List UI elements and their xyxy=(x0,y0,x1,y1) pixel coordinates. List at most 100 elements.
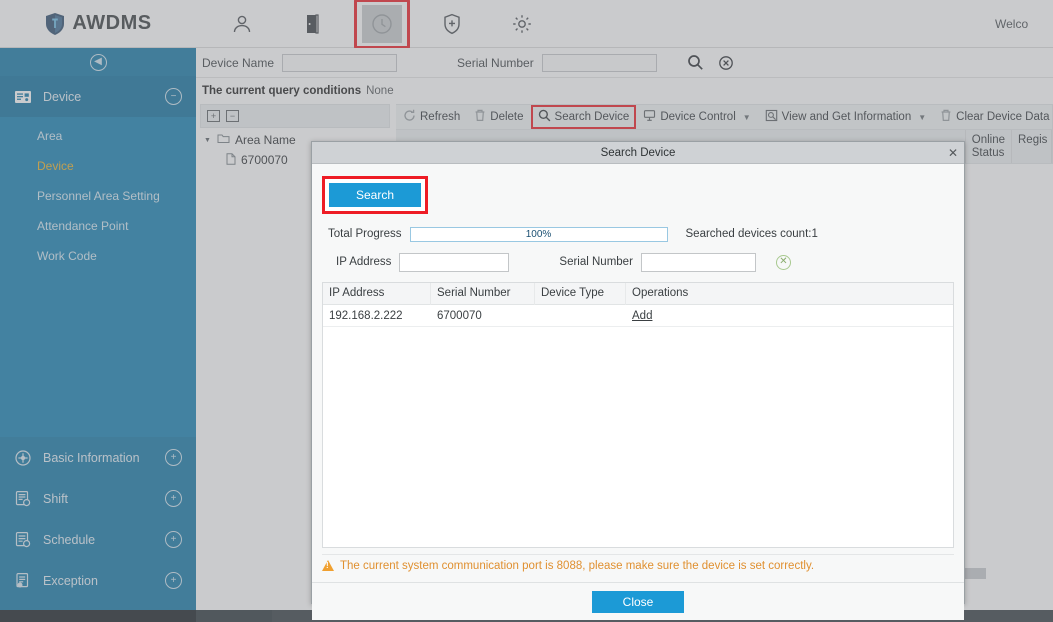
shield-plus-icon[interactable] xyxy=(432,5,472,43)
dialog-ip-label: IP Address xyxy=(336,256,392,268)
file-icon xyxy=(226,152,236,168)
app-header: AWDMS Welco xyxy=(0,0,1053,49)
dialog-progress-row: Total Progress 100% Searched devices cou… xyxy=(312,222,964,246)
grid-header-online-status[interactable]: Online Status xyxy=(966,130,1012,163)
dialog-title: Search Device xyxy=(600,146,676,159)
sidebar-item-attendance-point-label: Attendance Point xyxy=(37,219,129,233)
sidebar-item-shift[interactable]: Shift + xyxy=(0,478,196,519)
sidebar-item-personnel-area-setting-label: Personnel Area Setting xyxy=(37,189,160,203)
query-conditions-value: None xyxy=(366,85,394,97)
device-control-label: Device Control xyxy=(660,111,736,123)
sidebar-item-device-sub[interactable]: Device xyxy=(0,151,196,181)
shift-icon xyxy=(14,490,32,508)
magnifier-icon xyxy=(538,109,551,125)
table-header-ip-address: IP Address xyxy=(323,283,431,305)
chevron-down-icon[interactable]: ▼ xyxy=(743,113,751,122)
sidebar-item-exception-label: Exception xyxy=(43,573,98,588)
search-device-button[interactable]: Search Device xyxy=(530,104,637,130)
add-device-link[interactable]: Add xyxy=(632,310,652,322)
monitor-icon xyxy=(643,109,656,125)
progress-bar: 100% xyxy=(409,226,668,242)
dialog-title-bar: Search Device ✕ xyxy=(312,142,964,164)
sidebar-item-work-code[interactable]: Work Code xyxy=(0,241,196,271)
grid-header-register[interactable]: Regis xyxy=(1012,130,1052,163)
clear-circle-icon[interactable]: ✕ xyxy=(775,254,791,270)
sidebar-item-personnel-area-setting[interactable]: Personnel Area Setting xyxy=(0,181,196,211)
refresh-icon xyxy=(403,109,416,125)
dialog-search-area: Search xyxy=(312,164,964,222)
device-name-input[interactable] xyxy=(282,53,398,72)
refresh-button[interactable]: Refresh xyxy=(396,104,467,130)
plus-icon[interactable]: + xyxy=(165,449,182,466)
sidebar-item-exception[interactable]: Exception + xyxy=(0,560,196,601)
search-device-dialog: Search Device ✕ Search Total Progress 10… xyxy=(311,141,965,620)
search-button[interactable]: Search xyxy=(329,183,421,207)
device-icon xyxy=(14,88,32,106)
search-icon[interactable] xyxy=(685,52,707,74)
welcome-text: Welco xyxy=(995,16,1029,31)
view-and-get-information-button[interactable]: View and Get Information ▼ xyxy=(758,104,933,130)
chevron-down-icon[interactable]: ▼ xyxy=(918,113,926,122)
sidebar-item-device-sub-label: Device xyxy=(37,159,74,173)
dialog-ip-input[interactable] xyxy=(399,252,510,272)
view-and-get-information-label: View and Get Information xyxy=(781,111,912,123)
exception-icon xyxy=(14,572,32,590)
app-root: AWDMS Welco ◀ Device − Area Device Perso… xyxy=(0,0,1053,622)
tree-toolbar: + − xyxy=(200,104,390,128)
table-header-row: IP Address Serial Number Device Type Ope… xyxy=(323,283,953,305)
clear-circle-icon[interactable] xyxy=(715,52,737,74)
dialog-footer: Close xyxy=(312,582,964,620)
sidebar-item-basic-information[interactable]: Basic Information + xyxy=(0,437,196,478)
sidebar-item-work-code-label: Work Code xyxy=(37,249,97,263)
dialog-inputs-row: IP Address Serial Number ✕ xyxy=(312,246,964,278)
delete-button[interactable]: Delete xyxy=(467,104,530,130)
dialog-warning-text: The current system communication port is… xyxy=(340,559,815,572)
sidebar-submenu-device: Area Device Personnel Area Setting Atten… xyxy=(0,117,196,437)
brand-text: AWDMS xyxy=(72,12,152,34)
sidebar-item-area[interactable]: Area xyxy=(0,121,196,151)
refresh-label: Refresh xyxy=(420,111,461,123)
tree-node-device-label: 6700070 xyxy=(241,153,288,167)
header-nav xyxy=(222,0,542,49)
sidebar-item-area-label: Area xyxy=(37,129,63,143)
device-control-button[interactable]: Device Control ▼ xyxy=(636,104,757,130)
dialog-body: Search Total Progress 100% Searched devi… xyxy=(312,164,964,620)
serial-number-input[interactable] xyxy=(541,53,657,72)
clear-device-data-button[interactable]: Clear Device Data ▼ xyxy=(933,104,1053,130)
caret-down-icon[interactable]: ▼ xyxy=(204,137,212,144)
sidebar-item-attendance-point[interactable]: Attendance Point xyxy=(0,211,196,241)
plus-icon[interactable]: + xyxy=(165,531,182,548)
collapse-all-icon[interactable]: − xyxy=(226,110,239,122)
sidebar-item-device-label: Device xyxy=(43,89,82,104)
clock-icon[interactable] xyxy=(354,0,410,49)
brand-logo: AWDMS xyxy=(0,0,196,48)
close-button[interactable]: Close xyxy=(592,590,684,613)
basic-info-icon xyxy=(14,449,32,467)
table-header-serial-number: Serial Number xyxy=(431,283,535,305)
warning-triangle-icon xyxy=(322,560,334,571)
query-conditions: The current query conditions None xyxy=(196,78,1053,104)
person-icon[interactable] xyxy=(222,5,262,43)
dialog-serial-input[interactable] xyxy=(640,252,756,272)
expand-all-icon[interactable]: + xyxy=(207,110,220,122)
sidebar-item-basic-information-label: Basic Information xyxy=(43,450,140,465)
sidebar-collapse-button[interactable]: ◀ xyxy=(0,48,196,76)
cell-serial-number: 6700070 xyxy=(437,309,482,322)
search-button-highlight: Search xyxy=(322,176,428,214)
gear-icon[interactable] xyxy=(502,5,542,43)
sidebar-item-schedule[interactable]: Schedule + xyxy=(0,519,196,560)
device-name-label: Device Name xyxy=(202,55,275,70)
sidebar-item-device[interactable]: Device − xyxy=(0,76,196,117)
table-header-operations: Operations xyxy=(632,287,689,299)
table-row[interactable]: 192.168.2.222 6700070 Add xyxy=(323,305,953,327)
query-conditions-label: The current query conditions xyxy=(202,85,362,97)
shield-logo-icon xyxy=(46,12,65,35)
searched-devices-table: IP Address Serial Number Device Type Ope… xyxy=(322,282,954,548)
plus-icon[interactable]: + xyxy=(165,572,182,589)
door-icon[interactable] xyxy=(292,5,332,43)
minus-icon[interactable]: − xyxy=(165,88,182,105)
filter-bar: Device Name Serial Number xyxy=(196,48,1053,78)
table-header-device-type: Device Type xyxy=(535,283,626,305)
plus-icon[interactable]: + xyxy=(165,490,182,507)
close-icon[interactable]: ✕ xyxy=(948,145,958,161)
